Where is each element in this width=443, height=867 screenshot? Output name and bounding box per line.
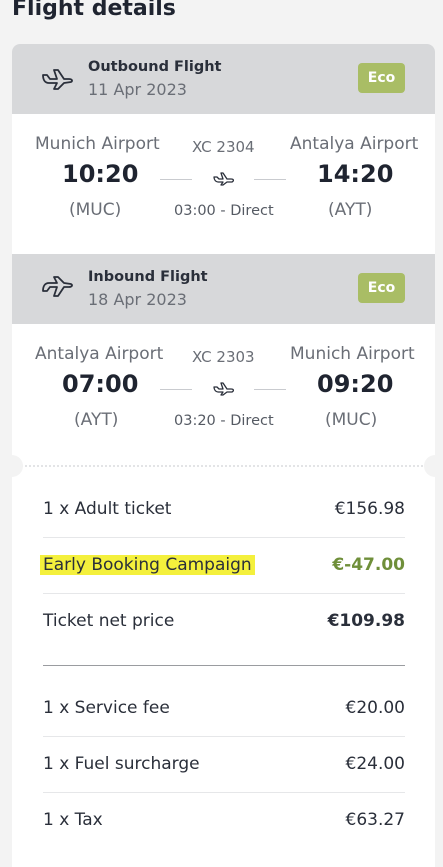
price-row-service-fee: 1 x Service fee €20.00 (43, 681, 405, 737)
price-amount: €20.00 (345, 698, 405, 718)
outbound-route: Munich Airport XC 2304 Antalya Airport 1… (12, 114, 435, 254)
flight-details-card: Outbound Flight 11 Apr 2023 Eco Munich A… (12, 44, 435, 867)
route-line (160, 389, 192, 390)
arrival-time: 09:20 (317, 370, 394, 398)
plane-icon (213, 172, 235, 186)
price-label: 1 x Adult ticket (43, 499, 172, 519)
departure-time: 10:20 (62, 160, 139, 188)
outbound-header: Outbound Flight 11 Apr 2023 Eco (12, 44, 435, 114)
arrival-code: (AYT) (328, 200, 373, 220)
inbound-date: 18 Apr 2023 (88, 290, 187, 309)
route-line (254, 389, 286, 390)
outbound-date: 11 Apr 2023 (88, 80, 187, 99)
inbound-route: Antalya Airport XC 2303 Munich Airport 0… (12, 324, 435, 464)
price-amount: €63.27 (345, 810, 405, 830)
arrival-code: (MUC) (325, 410, 378, 430)
price-label: Ticket net price (43, 611, 175, 631)
departure-airport: Munich Airport (35, 134, 160, 154)
arrival-time: 14:20 (317, 160, 394, 188)
discount-amount: €-47.00 (332, 555, 405, 575)
plane-takeoff-icon (42, 69, 73, 90)
price-label: 1 x Tax (43, 810, 103, 830)
outbound-fare-badge: Eco (358, 63, 405, 93)
route-line (254, 179, 286, 180)
arrival-airport: Antalya Airport (290, 134, 419, 154)
price-amount: €156.98 (334, 499, 405, 519)
arrival-airport: Munich Airport (290, 344, 415, 364)
inbound-title: Inbound Flight (88, 269, 208, 285)
flight-number: XC 2304 (192, 138, 255, 156)
campaign-label: Early Booking Campaign (40, 555, 255, 575)
price-divider (43, 665, 405, 666)
price-row-campaign: Early Booking Campaign €-47.00 (40, 538, 405, 594)
departure-airport: Antalya Airport (35, 344, 164, 364)
flight-duration: 03:20 - Direct (174, 413, 274, 429)
departure-code: (MUC) (69, 200, 122, 220)
price-row-fuel: 1 x Fuel surcharge €24.00 (43, 737, 405, 793)
inbound-header: Inbound Flight 18 Apr 2023 Eco (12, 254, 435, 324)
page-title: Flight details (12, 0, 176, 21)
plane-landing-icon (42, 276, 73, 297)
flight-duration: 03:00 - Direct (174, 203, 274, 219)
departure-time: 07:00 (62, 370, 139, 398)
departure-code: (AYT) (74, 410, 119, 430)
price-label: 1 x Service fee (43, 698, 170, 718)
route-line (160, 179, 192, 180)
price-row-adult-ticket: 1 x Adult ticket €156.98 (43, 482, 405, 538)
net-price-amount: €109.98 (327, 611, 405, 631)
price-row-tax: 1 x Tax €63.27 (43, 793, 405, 849)
inbound-fare-badge: Eco (358, 273, 405, 303)
plane-icon (213, 382, 235, 396)
price-amount: €24.00 (345, 754, 405, 774)
price-row-net: Ticket net price €109.98 (43, 594, 405, 650)
price-label: 1 x Fuel surcharge (43, 754, 200, 774)
outbound-title: Outbound Flight (88, 59, 222, 75)
ticket-separator (12, 465, 435, 467)
ticket-notch-right (424, 455, 435, 477)
flight-number: XC 2303 (192, 348, 255, 366)
